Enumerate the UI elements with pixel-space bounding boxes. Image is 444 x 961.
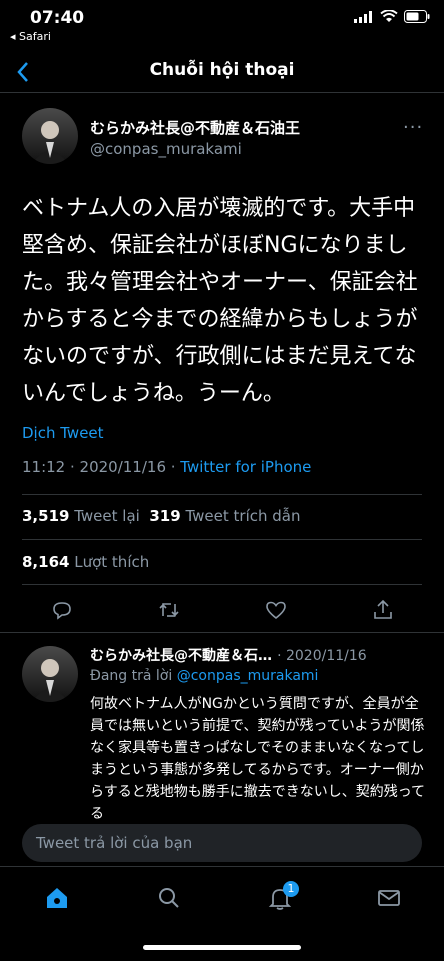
status-icons bbox=[354, 10, 430, 23]
messages-icon[interactable] bbox=[376, 885, 402, 911]
reply-author-name[interactable]: むらかみ社長@不動産＆石… bbox=[90, 648, 272, 664]
page-title: Chuỗi hội thoại bbox=[149, 60, 295, 80]
home-indicator bbox=[143, 945, 301, 950]
reply-composer: Tweet trả lời của bạn bbox=[0, 822, 444, 866]
search-icon[interactable] bbox=[156, 885, 182, 911]
reply-icon[interactable] bbox=[50, 598, 74, 622]
avatar[interactable] bbox=[22, 108, 78, 164]
reply-date: · 2020/11/16 bbox=[277, 648, 367, 664]
retweet-icon[interactable] bbox=[157, 598, 181, 622]
like-stats[interactable]: 8,164 Lượt thích bbox=[22, 553, 149, 571]
battery-icon bbox=[404, 10, 430, 23]
reply-text: 何故ベトナム人がNGかという質問ですが、全員が全員では無いという前提で、契約が残… bbox=[90, 696, 426, 819]
like-icon[interactable] bbox=[264, 598, 288, 622]
author-handle[interactable]: @conpas_murakami bbox=[90, 140, 242, 158]
tweet-meta: 11:12 · 2020/11/16 · Twitter for iPhone bbox=[22, 458, 311, 476]
reply-header: むらかみ社長@不動産＆石… · 2020/11/16 bbox=[90, 645, 430, 665]
signal-icon bbox=[354, 10, 372, 23]
divider bbox=[22, 584, 422, 585]
quote-count: 319 bbox=[149, 507, 181, 525]
quote-label: Tweet trích dẫn bbox=[185, 507, 301, 525]
divider bbox=[22, 539, 422, 540]
retweet-label: Tweet lại bbox=[74, 507, 140, 525]
translate-tweet-link[interactable]: Dịch Tweet bbox=[22, 424, 104, 442]
navigation-bar: Chuỗi hội thoại bbox=[0, 52, 444, 93]
status-time: 07:40 bbox=[30, 8, 85, 28]
wifi-icon bbox=[380, 10, 398, 22]
replying-to: Đang trả lời @conpas_murakami bbox=[90, 668, 318, 684]
home-icon[interactable] bbox=[44, 885, 70, 911]
divider bbox=[22, 494, 422, 495]
reply-input[interactable]: Tweet trả lời của bạn bbox=[22, 824, 422, 862]
tweet-timestamp: 11:12 · 2020/11/16 · bbox=[22, 458, 181, 476]
like-count: 8,164 bbox=[22, 553, 70, 571]
tweet-actions bbox=[50, 598, 395, 622]
author-name[interactable]: むらかみ社長@不動産＆石油王 bbox=[90, 117, 300, 138]
reply-avatar[interactable] bbox=[22, 646, 78, 702]
tweet-text: ベトナム人の入居が壊滅的です。大手中堅含め、保証会社がほぼNGになりました。我々… bbox=[22, 196, 418, 406]
replying-to-label: Đang trả lời bbox=[90, 668, 177, 684]
retweet-count: 3,519 bbox=[22, 507, 70, 525]
like-label: Lượt thích bbox=[74, 553, 150, 571]
divider bbox=[0, 632, 444, 633]
retweet-stats[interactable]: 3,519 Tweet lại 319 Tweet trích dẫn bbox=[22, 507, 300, 525]
back-to-app-link[interactable]: ◂ Safari bbox=[10, 30, 51, 43]
notifications-badge: 1 bbox=[283, 881, 299, 897]
share-icon[interactable] bbox=[371, 598, 395, 622]
replying-to-handle[interactable]: @conpas_murakami bbox=[177, 668, 319, 684]
more-options-icon[interactable]: ··· bbox=[403, 117, 423, 138]
tweet-source-link[interactable]: Twitter for iPhone bbox=[180, 458, 311, 476]
